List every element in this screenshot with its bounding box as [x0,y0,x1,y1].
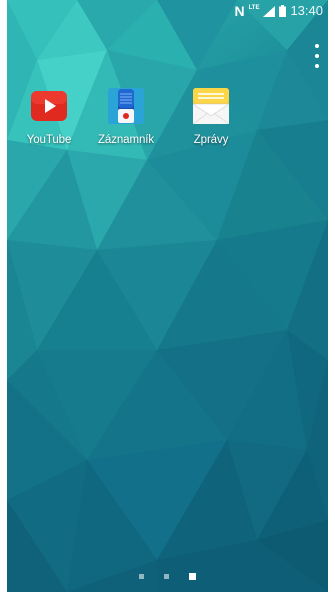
status-clock: 13:40 [290,3,323,18]
app-voice-recorder[interactable]: Záznamník [86,88,166,146]
status-icons: N LTE 13:40 [234,3,323,19]
page-dot-3-active[interactable] [189,573,196,580]
home-screen: N LTE 13:40 YouTube Záznamník Zprávy [7,0,328,592]
menu-dot [315,54,319,58]
voice-recorder-icon [108,88,144,124]
page-dot-1[interactable] [139,574,144,579]
app-youtube[interactable]: YouTube [9,88,89,146]
app-label-messages: Zprávy [193,134,229,146]
app-label-voice-recorder: Záznamník [98,134,154,146]
app-messages[interactable]: Zprávy [171,88,251,146]
app-label-youtube: YouTube [26,134,72,146]
lte-icon: LTE [248,5,260,11]
overflow-menu-icon[interactable] [310,44,324,68]
signal-strength-icon [263,5,276,17]
page-dot-2[interactable] [164,574,169,579]
youtube-icon [31,88,67,124]
page-indicator[interactable] [7,573,328,580]
status-bar: N LTE 13:40 [7,0,328,22]
nfc-icon: N [234,3,245,19]
messages-icon [191,88,231,125]
menu-dot [315,44,319,48]
menu-dot [315,64,319,68]
battery-icon [279,5,287,17]
